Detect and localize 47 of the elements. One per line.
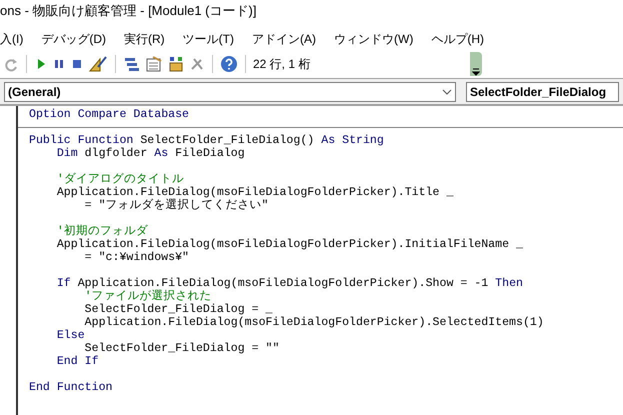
code-text: Application.FileDialog(msoFileDialogFolderPicker).Title _	[56, 186, 454, 199]
code-text: = "c:¥windows¥"	[84, 251, 190, 264]
code-keyword: As String	[321, 134, 384, 147]
code-keyword: As	[154, 147, 170, 160]
code-text: Application.FileDialog(msoFileDialogFolderPicker).SelectedItems(1)	[84, 316, 544, 329]
dropdown-icon	[472, 68, 480, 76]
stop-icon[interactable]	[70, 57, 84, 71]
code-keyword: Dim	[56, 147, 79, 160]
code-text: SelectFolder_FileDialog = _	[84, 303, 273, 316]
code-text: Application.FileDialog(msoFileDialogFolderPicker).Show = -1	[78, 277, 490, 290]
code-keyword: Option Compare Database	[29, 108, 190, 121]
code-text: dlgfolder	[84, 147, 148, 160]
code-text: FileDialog	[175, 147, 245, 160]
object-browser-icon[interactable]	[167, 55, 185, 73]
code-text: SelectFolder_FileDialog = ""	[84, 342, 280, 355]
code-text: Application.FileDialog(msoFileDialogFolderPicker).InitialFileName _	[56, 238, 523, 251]
code-comment: 'ファイルが選択された	[84, 290, 212, 303]
design-ruler-icon[interactable]	[88, 55, 108, 73]
code-keyword: If	[56, 277, 72, 290]
code-keyword: Public Function	[29, 134, 134, 147]
code-comment: '初期のフォルダ	[56, 225, 148, 238]
menu-item[interactable]: ツール(T)	[182, 30, 234, 48]
menu-item[interactable]: 入(I)	[0, 30, 24, 48]
code-editor[interactable]	[0, 104, 623, 415]
menu-item[interactable]: ウィンドウ(W)	[334, 30, 414, 48]
code-keyword: Else	[56, 329, 85, 342]
cursor-position: 22 行, 1 桁	[253, 56, 310, 73]
tools-icon[interactable]	[189, 56, 205, 72]
properties-window-icon[interactable]	[145, 55, 163, 73]
code-text: = "フォルダを選択してください"	[84, 199, 268, 212]
help-icon[interactable]	[220, 55, 238, 73]
window-title: ons - 物販向け顧客管理 - [Module1 (コード)]	[0, 2, 256, 20]
object-dropdown[interactable]: (General)	[4, 82, 456, 102]
menu-item[interactable]: デバッグ(D)	[41, 30, 106, 48]
project-explorer-icon[interactable]	[123, 55, 141, 73]
code-text: SelectFolder_FileDialog()	[140, 134, 316, 147]
toolbar-overflow-handle[interactable]	[470, 52, 482, 76]
code-comment: 'ダイアログのタイトル	[56, 173, 184, 186]
pause-icon[interactable]	[52, 57, 66, 71]
code-keyword: Then	[495, 277, 523, 290]
code-keyword: End If	[56, 355, 99, 368]
menu-item[interactable]: ヘルプ(H)	[431, 30, 484, 48]
procedure-dropdown[interactable]: SelectFolder_FileDialog	[466, 82, 619, 102]
menu-item[interactable]: 実行(R)	[124, 30, 165, 48]
chevron-down-icon	[442, 88, 452, 94]
menu-item[interactable]: アドイン(A)	[252, 30, 316, 48]
code-keyword: End Function	[29, 381, 112, 394]
